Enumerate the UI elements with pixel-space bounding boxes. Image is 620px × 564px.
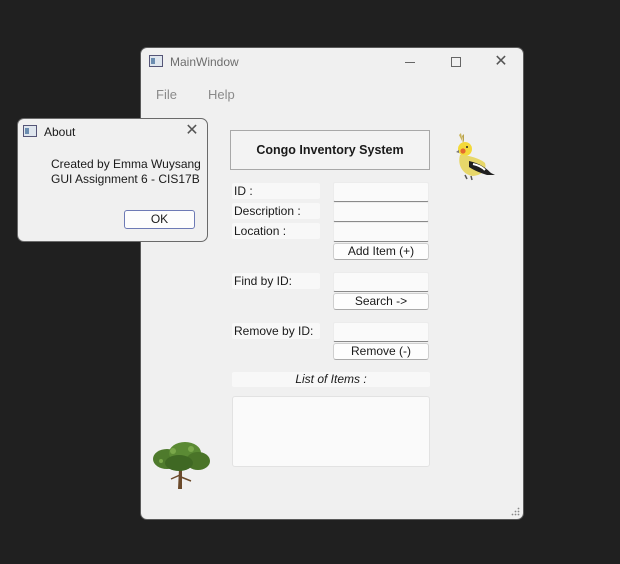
- menu-bar: File Help: [141, 82, 523, 106]
- app-window-icon: [23, 125, 37, 137]
- close-icon: ✕: [185, 122, 199, 139]
- find-by-id-label: Find by ID:: [232, 273, 320, 289]
- menu-help[interactable]: Help: [208, 87, 235, 102]
- about-line-assignment: GUI Assignment 6 - CIS17B: [51, 172, 200, 186]
- location-label: Location :: [232, 223, 320, 239]
- description-input[interactable]: [333, 202, 429, 222]
- list-of-items-label: List of Items :: [232, 372, 430, 387]
- window-title: MainWindow: [170, 55, 239, 69]
- resize-grip-icon[interactable]: [511, 507, 520, 516]
- remove-by-id-input[interactable]: [333, 322, 429, 342]
- close-button[interactable]: ✕: [478, 50, 523, 74]
- about-dialog-title: About: [44, 125, 76, 139]
- id-input[interactable]: [333, 182, 429, 202]
- remove-by-id-label: Remove by ID:: [232, 323, 320, 339]
- close-icon: ✕: [494, 53, 508, 70]
- about-message: Created by Emma Wuysang GUI Assignment 6…: [51, 157, 201, 187]
- maximize-icon: [451, 57, 461, 67]
- minimize-button[interactable]: [387, 50, 433, 74]
- items-list[interactable]: [232, 396, 430, 467]
- about-dialog: About ✕ Created by Emma Wuysang GUI Assi…: [17, 118, 208, 242]
- id-label: ID :: [232, 183, 320, 199]
- find-by-id-input[interactable]: [333, 272, 429, 292]
- menu-file[interactable]: File: [156, 87, 177, 102]
- app-window-icon: [149, 55, 163, 67]
- tree-image: [153, 442, 210, 489]
- add-item-button[interactable]: Add Item (+): [333, 243, 429, 260]
- minimize-icon: [405, 61, 415, 63]
- description-label: Description :: [232, 203, 320, 219]
- remove-button[interactable]: Remove (-): [333, 343, 429, 360]
- search-button[interactable]: Search ->: [333, 293, 429, 310]
- ok-button[interactable]: OK: [124, 210, 195, 229]
- title-bar[interactable]: MainWindow ✕: [141, 48, 523, 76]
- app-header-title: Congo Inventory System: [230, 130, 430, 170]
- about-close-button[interactable]: ✕: [182, 122, 202, 140]
- cockatiel-bird-image: [456, 133, 495, 181]
- maximize-button[interactable]: [433, 50, 479, 74]
- location-input[interactable]: [333, 222, 429, 242]
- about-line-author: Created by Emma Wuysang: [51, 157, 201, 171]
